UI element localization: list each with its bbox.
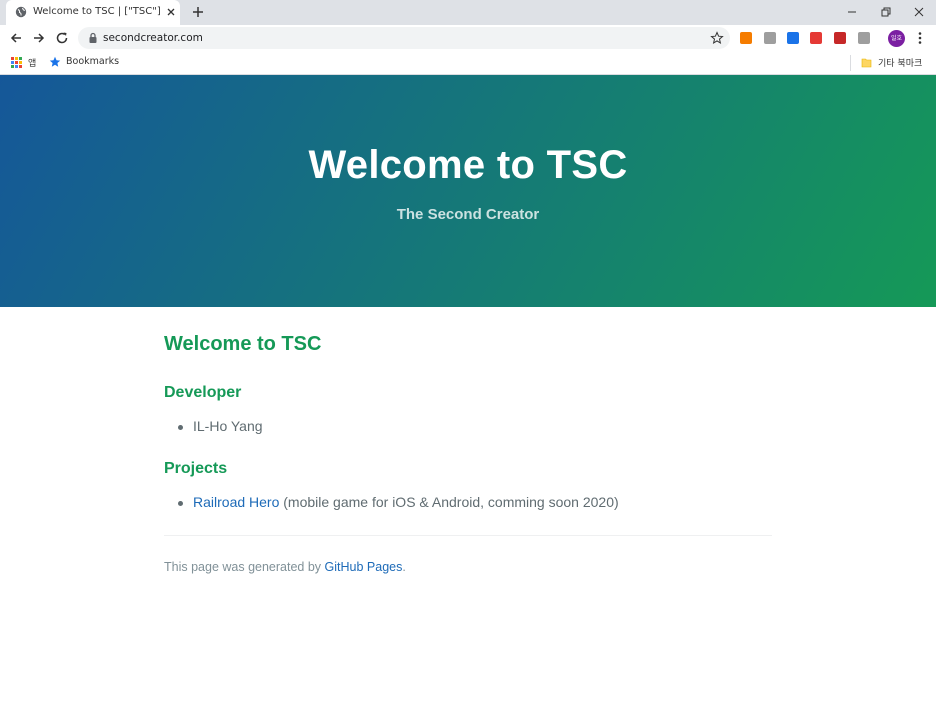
page-heading: Welcome to TSC xyxy=(164,333,322,355)
project-name: Welcome to TSC xyxy=(308,143,628,187)
restore-icon[interactable] xyxy=(878,4,894,20)
pdf-extension-icon[interactable] xyxy=(834,32,846,44)
bullet xyxy=(178,501,183,506)
folder-icon[interactable] xyxy=(861,57,872,68)
apps-grid-icon[interactable] xyxy=(11,57,22,68)
rx-extension-icon[interactable] xyxy=(740,32,752,44)
browser-toolbar: secondcreator.com 일호 xyxy=(0,25,936,51)
circle-extension-icon[interactable] xyxy=(858,32,870,44)
projects-heading: Projects xyxy=(164,460,228,477)
footer-prefix: This page was generated by xyxy=(164,560,325,574)
developer-heading: Developer xyxy=(164,384,242,401)
github-pages-link[interactable]: GitHub Pages xyxy=(325,560,403,574)
bookmarks-star-icon[interactable] xyxy=(49,56,61,68)
project-description: (mobile game for iOS & Android, comming … xyxy=(279,494,619,510)
minimize-icon[interactable] xyxy=(844,4,860,20)
reload-icon[interactable] xyxy=(55,31,69,45)
address-bar[interactable]: secondcreator.com xyxy=(78,27,730,49)
footer-divider xyxy=(164,535,772,536)
bookmarks-bar: 앱 Bookmarks 기타 북마크 xyxy=(0,51,936,75)
other-bookmarks-label[interactable]: 기타 북마크 xyxy=(878,56,922,69)
profile-avatar[interactable]: 일호 xyxy=(888,30,905,47)
developer-name: IL-Ho Yang xyxy=(193,418,263,434)
bullet xyxy=(178,425,183,430)
tab-strip: Welcome to TSC | ["TSC"] xyxy=(0,0,936,25)
more-menu-icon[interactable] xyxy=(915,31,925,45)
new-tab-button[interactable] xyxy=(191,5,205,19)
forward-icon[interactable] xyxy=(32,31,46,45)
footer-suffix: . xyxy=(402,560,406,574)
youtube-extension-icon[interactable] xyxy=(810,32,822,44)
site-footer: This page was generated by GitHub Pages. xyxy=(164,560,406,574)
close-tab-icon[interactable] xyxy=(165,6,177,18)
globe-icon xyxy=(15,6,27,18)
page-header: Welcome to TSC The Second Creator xyxy=(0,75,936,307)
back-icon[interactable] xyxy=(9,31,23,45)
tab-title: Welcome to TSC | ["TSC"] xyxy=(33,6,161,17)
lock-icon[interactable] xyxy=(88,32,98,44)
image-extension-icon[interactable] xyxy=(764,32,776,44)
bookmark-star-icon[interactable] xyxy=(710,31,724,45)
apps-label[interactable]: 앱 xyxy=(28,56,36,69)
lock-extension-icon[interactable] xyxy=(787,32,799,44)
project-tagline: The Second Creator xyxy=(396,206,540,223)
browser-tab[interactable]: Welcome to TSC | ["TSC"] xyxy=(6,0,180,25)
url-text[interactable]: secondcreator.com xyxy=(103,32,203,44)
project-entry: Railroad Hero (mobile game for iOS & And… xyxy=(193,494,619,510)
bookmarks-folder-label[interactable]: Bookmarks xyxy=(66,56,119,67)
railroad-hero-link[interactable]: Railroad Hero xyxy=(193,494,279,510)
close-window-icon[interactable] xyxy=(911,4,927,20)
bookmarks-divider xyxy=(850,55,851,71)
